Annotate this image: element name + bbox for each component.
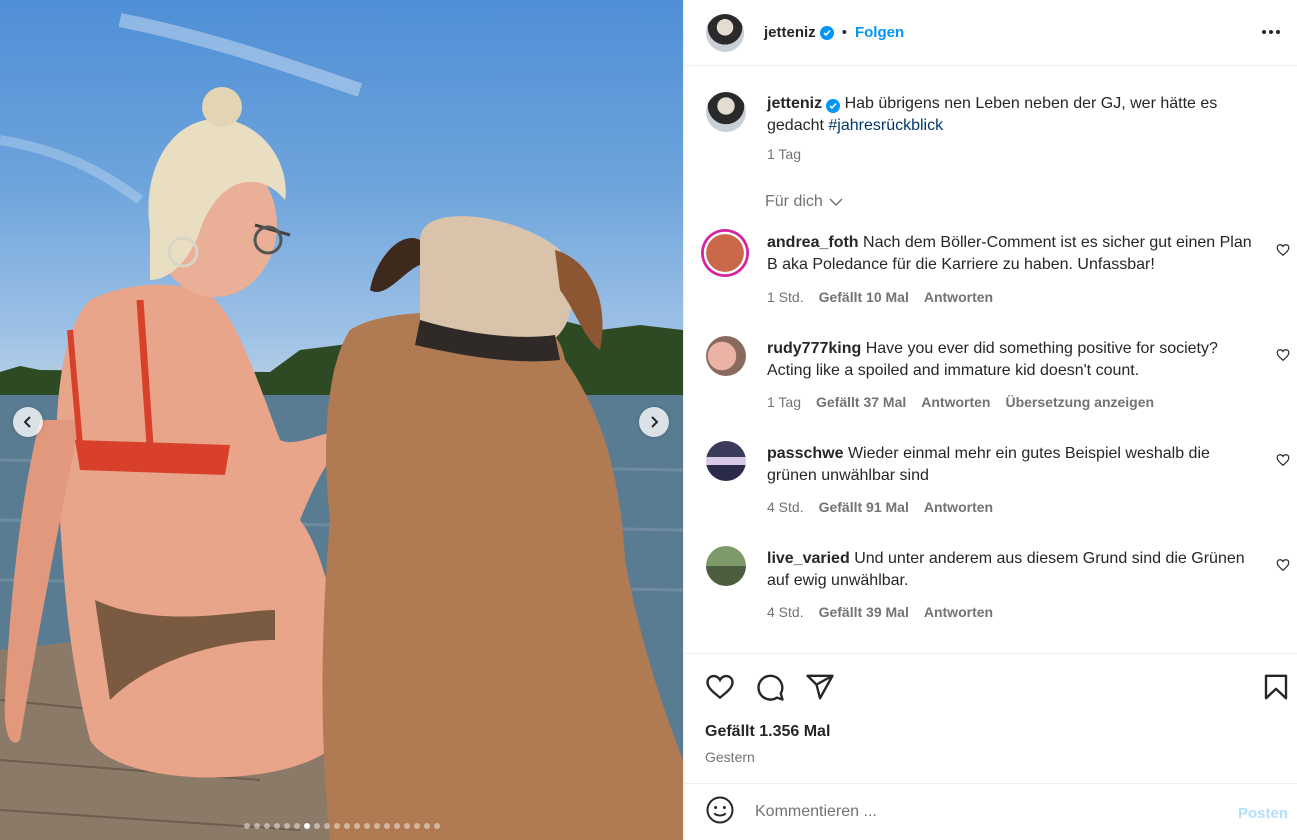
post-photo — [0, 13, 683, 840]
separator-dot: • — [841, 24, 847, 41]
caption-meta: 1 Tag — [767, 146, 801, 162]
reply-button[interactable]: Antworten — [924, 604, 993, 620]
comment-likes[interactable]: Gefällt 39 Mal — [819, 604, 909, 620]
follow-button[interactable]: Folgen — [855, 24, 904, 41]
like-comment-icon[interactable] — [1276, 453, 1290, 471]
carousel-dot — [273, 823, 280, 829]
comment-sort-label: Für dich — [765, 193, 823, 210]
hashtag-link[interactable]: #jahresrückblick — [828, 117, 943, 134]
comment-text: andrea_foth Nach dem Böller-Comment ist … — [767, 232, 1257, 276]
carousel-dot — [263, 823, 270, 829]
carousel-dot — [333, 823, 340, 829]
author-avatar[interactable] — [706, 13, 744, 52]
like-comment-icon[interactable] — [1276, 243, 1290, 261]
comment-sort-dropdown[interactable]: Für dich — [765, 193, 843, 211]
comment-meta: 4 Std. Gefällt 91 Mal Antworten — [767, 499, 993, 515]
comment-text: live_varied Und unter anderem aus diesem… — [767, 548, 1257, 592]
post-date: Gestern — [705, 749, 755, 765]
comment-composer: Posten — [684, 783, 1297, 840]
comment-item: rudy777king Have you ever did something … — [684, 336, 1297, 426]
comment-item: live_varied Und unter anderem aus diesem… — [684, 546, 1297, 636]
comment-likes[interactable]: Gefällt 37 Mal — [816, 394, 906, 410]
commenter-username[interactable]: andrea_foth — [767, 234, 859, 251]
comment-text: passchwe Wieder einmal mehr ein gutes Be… — [767, 443, 1257, 487]
reply-button[interactable]: Antworten — [924, 499, 993, 515]
caption-text: jetteniz Hab übrigens nen Leben neben de… — [767, 93, 1257, 137]
carousel-dot — [403, 823, 410, 829]
carousel-dot — [393, 823, 400, 829]
caption-username[interactable]: jetteniz — [767, 95, 822, 112]
caption-avatar[interactable] — [706, 92, 746, 132]
reply-button[interactable]: Antworten — [921, 394, 990, 410]
commenter-avatar[interactable] — [706, 546, 746, 586]
carousel-dot — [373, 823, 380, 829]
comment-time: 4 Std. — [767, 499, 804, 515]
carousel-dot — [323, 823, 330, 829]
carousel-dot — [413, 823, 420, 829]
verified-badge-icon — [819, 25, 834, 40]
reply-button[interactable]: Antworten — [924, 289, 993, 305]
emoji-icon[interactable] — [705, 795, 735, 829]
comment-time: 4 Std. — [767, 604, 804, 620]
share-icon[interactable] — [805, 672, 835, 706]
commenter-avatar[interactable] — [706, 441, 746, 481]
commenter-username[interactable]: passchwe — [767, 445, 843, 462]
carousel-dot — [363, 823, 370, 829]
carousel-dot — [343, 823, 350, 829]
like-icon[interactable] — [705, 672, 735, 706]
next-slide-button[interactable] — [639, 407, 669, 437]
chevron-left-icon — [23, 416, 31, 428]
post-comment-button[interactable]: Posten — [1238, 805, 1288, 822]
chevron-down-icon — [829, 198, 843, 207]
more-options-icon[interactable] — [1261, 22, 1281, 46]
commenter-username[interactable]: rudy777king — [767, 340, 861, 357]
comment-likes[interactable]: Gefällt 10 Mal — [819, 289, 909, 305]
carousel-dot — [303, 823, 310, 829]
save-icon[interactable] — [1261, 672, 1291, 706]
caption-time: 1 Tag — [767, 146, 801, 162]
post-media[interactable] — [0, 0, 683, 840]
post-header: jetteniz • Folgen — [684, 0, 1297, 66]
chevron-right-icon — [651, 416, 659, 428]
carousel-dot — [293, 823, 300, 829]
comment-meta: 1 Std. Gefällt 10 Mal Antworten — [767, 289, 993, 305]
commenter-avatar[interactable] — [701, 229, 749, 277]
carousel-dot — [423, 823, 430, 829]
carousel-dot — [253, 823, 260, 829]
carousel-dot — [433, 823, 440, 829]
comment-meta: 4 Std. Gefällt 39 Mal Antworten — [767, 604, 993, 620]
carousel-dot — [383, 823, 390, 829]
comment-time: 1 Std. — [767, 289, 804, 305]
author-username[interactable]: jetteniz — [764, 24, 816, 41]
action-bar: Gefällt 1.356 Mal Gestern — [684, 653, 1297, 783]
carousel-dot — [243, 823, 250, 829]
carousel-dot — [313, 823, 320, 829]
like-comment-icon[interactable] — [1276, 558, 1290, 576]
comment-item: passchwe Wieder einmal mehr ein gutes Be… — [684, 441, 1297, 531]
comment-input[interactable] — [755, 803, 1205, 821]
comment-time: 1 Tag — [767, 394, 801, 410]
verified-badge-icon — [826, 99, 841, 113]
comment-icon[interactable] — [755, 672, 785, 706]
translate-button[interactable]: Übersetzung anzeigen — [1005, 394, 1154, 410]
carousel-dot — [353, 823, 360, 829]
like-comment-icon[interactable] — [1276, 348, 1290, 366]
carousel-dot — [283, 823, 290, 829]
commenter-username[interactable]: live_varied — [767, 550, 850, 567]
previous-slide-button[interactable] — [13, 407, 43, 437]
comment-text: rudy777king Have you ever did something … — [767, 338, 1257, 382]
comments-section[interactable]: jetteniz Hab übrigens nen Leben neben de… — [684, 66, 1297, 653]
post-likes[interactable]: Gefällt 1.356 Mal — [705, 723, 830, 741]
post-details: jetteniz • Folgen jetteniz Hab übrigens … — [683, 0, 1297, 840]
caption: jetteniz Hab übrigens nen Leben neben de… — [684, 92, 1297, 172]
carousel-indicator — [0, 823, 683, 829]
comment-likes[interactable]: Gefällt 91 Mal — [819, 499, 909, 515]
comment-item: andrea_foth Nach dem Böller-Comment ist … — [684, 226, 1297, 316]
commenter-avatar[interactable] — [706, 336, 746, 376]
comment-meta: 1 Tag Gefällt 37 Mal Antworten Übersetzu… — [767, 394, 1154, 410]
